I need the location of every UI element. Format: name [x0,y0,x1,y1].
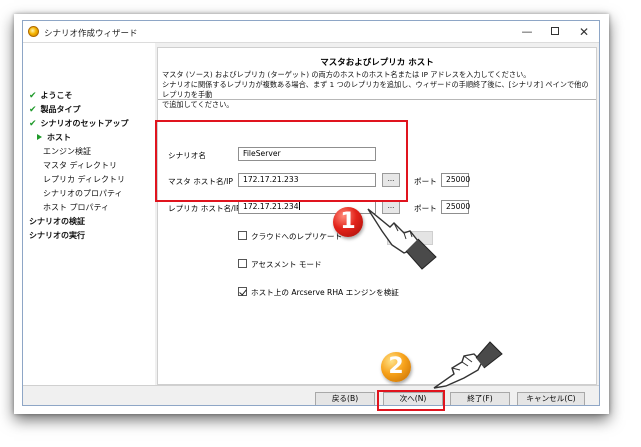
page-header: マスタおよびレプリカ ホスト マスタ (ソース) およびレプリカ (ターゲット)… [158,48,596,109]
option-assessment-mode[interactable]: アセスメント モード [238,259,322,270]
replica-host-label: レプリカ ホスト名/IP [168,204,241,213]
pointing-hand-icon [433,341,503,389]
master-port-label: ポート [414,177,437,186]
check-icon: ✔ [29,105,37,115]
close-button[interactable]: ✕ [573,24,595,40]
check-icon: ✔ [29,119,37,129]
maximize-icon [551,27,559,35]
pointing-hand-icon [367,208,437,270]
option-verify-rha-engine[interactable]: ホスト上の Arcserve RHA エンジンを検証 [238,287,399,298]
minimize-button[interactable]: — [516,24,538,40]
close-icon: ✕ [578,25,590,39]
step-master-directories: マスタ ディレクトリ [43,161,117,170]
page-title: マスタおよびレプリカ ホスト [320,58,434,68]
step-scenario-setup: ✔ シナリオのセットアップ [29,119,129,129]
minimize-icon: — [521,25,533,38]
checkbox-checked[interactable] [238,287,247,296]
text-cursor [298,201,300,210]
highlight-next-button [377,390,445,411]
wizard-footer: 戻る(B) 次へ(N) 終了(F) キャンセル(C) [23,385,599,405]
step-scenario-properties: シナリオのプロパティ [43,189,123,198]
step-hosts: ホスト [37,132,71,143]
step-engine-verification: エンジン検証 [43,147,91,156]
step-badge-2: 2 [381,352,411,382]
current-step-arrow-icon [37,134,42,140]
finish-button[interactable]: 終了(F) [450,392,510,405]
step-badge-1: 1 [333,207,363,237]
wizard-steps-sidebar: ✔ ようこそ ✔ 製品タイプ ✔ シナリオのセットアップ ホスト エンジン検証 マスタ… [23,43,155,385]
highlight-host-fields [155,120,408,202]
replica-port-input[interactable]: 25000 [441,200,470,214]
step-scenario-verification: シナリオの検証 [29,217,85,226]
step-run-scenario: シナリオの実行 [29,231,85,240]
cancel-button[interactable]: キャンセル(C) [517,392,585,405]
master-port-input[interactable]: 25000 [441,173,470,187]
checkbox-unchecked[interactable] [238,231,247,240]
option-replicate-to-cloud[interactable]: クラウドへのレプリケート [238,231,342,242]
step-replica-directories: レプリカ ディレクトリ [43,175,125,184]
step-host-properties: ホスト プロパティ [43,203,110,212]
page-description: マスタ (ソース) およびレプリカ (ターゲット) の両方のホストのホスト名また… [162,70,589,109]
back-button[interactable]: 戻る(B) [315,392,375,405]
step-welcome: ✔ ようこそ [29,91,73,101]
wizard-window: シナリオ作成ウィザード — ✕ ✔ ようこそ ✔ 製品タイプ ✔ シナリオのセットアッ… [22,20,600,406]
maximize-button[interactable] [544,24,566,40]
window-title: シナリオ作成ウィザード [44,29,138,39]
app-icon [28,26,39,37]
step-product-type: ✔ 製品タイプ [29,105,81,115]
check-icon: ✔ [29,91,37,101]
checkbox-unchecked[interactable] [238,259,247,268]
title-bar: シナリオ作成ウィザード — ✕ [23,21,599,43]
